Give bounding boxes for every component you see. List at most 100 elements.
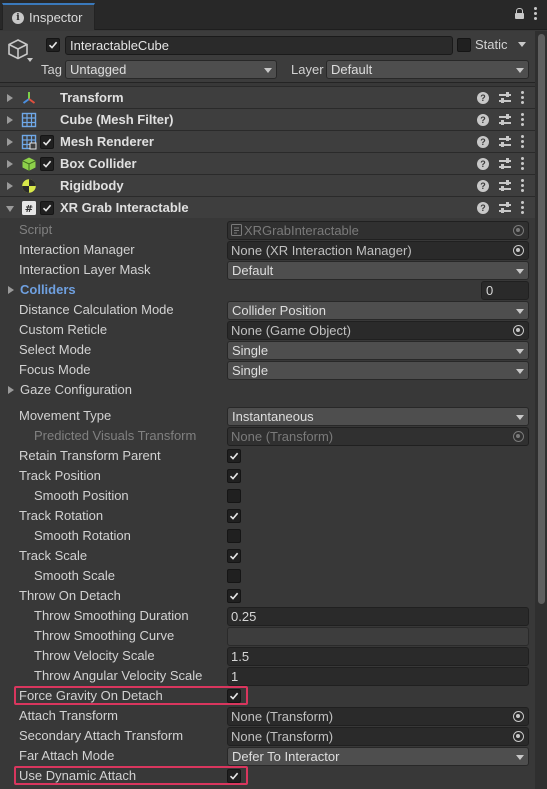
colliders-label[interactable]: Colliders — [20, 281, 76, 299]
help-icon[interactable]: ? — [477, 179, 489, 192]
mesh-filter-icon — [21, 112, 37, 128]
component-tools: ? — [477, 157, 524, 170]
object-picker-icon[interactable] — [513, 711, 524, 722]
gaze-config-label[interactable]: Gaze Configuration — [20, 381, 132, 399]
predicted-visuals-label: Predicted Visuals Transform — [34, 428, 197, 443]
component-mesh-filter[interactable]: Cube (Mesh Filter) ? — [0, 108, 535, 130]
throw-angular-velocity-scale-field[interactable]: 1 — [227, 667, 529, 686]
smooth-scale-checkbox[interactable] — [227, 569, 241, 583]
tag-dropdown[interactable]: Untagged — [65, 60, 277, 79]
tab-menu-icon[interactable] — [534, 7, 537, 20]
component-enabled-checkbox[interactable] — [40, 157, 54, 171]
foldout-arrow-icon[interactable] — [7, 94, 13, 102]
component-tools: ? — [477, 135, 524, 148]
script-value: XRGrabInteractable — [244, 223, 359, 238]
help-icon[interactable]: ? — [477, 157, 489, 170]
tab-inspector[interactable]: i Inspector — [2, 3, 95, 30]
vertical-scrollbar[interactable] — [535, 31, 547, 789]
interaction-layer-mask-row: Interaction Layer Mask Default — [0, 260, 535, 280]
colliders-size-field[interactable]: 0 — [481, 281, 529, 300]
presets-icon[interactable] — [499, 179, 511, 192]
help-icon[interactable]: ? — [477, 201, 489, 214]
predicted-visuals-row: Predicted Visuals Transform None (Transf… — [0, 426, 535, 446]
component-transform[interactable]: Transform ? — [0, 86, 535, 108]
component-xr-grab-interactable[interactable]: # XR Grab Interactable ? — [0, 196, 535, 218]
smooth-rotation-checkbox[interactable] — [227, 529, 241, 543]
static-checkbox[interactable] — [457, 38, 471, 52]
help-icon[interactable]: ? — [477, 113, 489, 126]
presets-icon[interactable] — [499, 135, 511, 148]
object-picker-icon — [513, 225, 524, 236]
predicted-visuals-value: None (Transform) — [231, 429, 334, 444]
interaction-manager-field[interactable]: None (XR Interaction Manager) — [227, 241, 529, 260]
gameobject-cube-icon[interactable] — [7, 38, 29, 60]
foldout-arrow-icon[interactable] — [7, 116, 13, 124]
presets-icon[interactable] — [499, 157, 511, 170]
static-dropdown-arrow-icon[interactable] — [518, 42, 526, 47]
throw-smoothing-curve-field[interactable] — [227, 627, 529, 646]
interaction-manager-label: Interaction Manager — [19, 242, 135, 257]
track-scale-checkbox[interactable] — [227, 549, 241, 563]
smooth-position-checkbox[interactable] — [227, 489, 241, 503]
icon-dropdown-arrow-icon[interactable] — [27, 58, 33, 62]
gameobject-name-field[interactable]: InteractableCube — [65, 36, 453, 55]
presets-icon[interactable] — [499, 91, 511, 104]
component-menu-icon[interactable] — [521, 179, 524, 192]
colliders-foldout-icon[interactable] — [8, 286, 14, 294]
throw-angular-velocity-scale-row: Throw Angular Velocity Scale 1 — [0, 666, 535, 686]
retain-parent-checkbox[interactable] — [227, 449, 241, 463]
component-rigidbody[interactable]: Rigidbody ? — [0, 174, 535, 196]
secondary-attach-field[interactable]: None (Transform) — [227, 727, 529, 746]
component-enabled-checkbox[interactable] — [40, 135, 54, 149]
component-menu-icon[interactable] — [521, 135, 524, 148]
custom-reticle-field[interactable]: None (Game Object) — [227, 321, 529, 340]
track-rotation-checkbox[interactable] — [227, 509, 241, 523]
foldout-arrow-icon[interactable] — [7, 182, 13, 190]
gaze-config-row[interactable]: Gaze Configuration — [0, 380, 535, 400]
object-picker-icon[interactable] — [513, 325, 524, 336]
throw-smoothing-duration-row: Throw Smoothing Duration 0.25 — [0, 606, 535, 626]
interaction-layer-mask-dropdown[interactable]: Default — [227, 261, 529, 280]
throw-smoothing-duration-field[interactable]: 0.25 — [227, 607, 529, 626]
far-attach-mode-dropdown[interactable]: Defer To Interactor — [227, 747, 529, 766]
presets-icon[interactable] — [499, 113, 511, 126]
focus-mode-dropdown[interactable]: Single — [227, 361, 529, 380]
component-box-collider[interactable]: Box Collider ? — [0, 152, 535, 174]
secondary-attach-value: None (Transform) — [231, 729, 334, 744]
component-mesh-renderer[interactable]: Mesh Renderer ? — [0, 130, 535, 152]
distance-calc-dropdown[interactable]: Collider Position — [227, 301, 529, 320]
layer-dropdown[interactable]: Default — [326, 60, 529, 79]
component-menu-icon[interactable] — [521, 91, 524, 104]
component-menu-icon[interactable] — [521, 157, 524, 170]
track-position-checkbox[interactable] — [227, 469, 241, 483]
help-icon[interactable]: ? — [477, 91, 489, 104]
predicted-visuals-field: None (Transform) — [227, 427, 529, 446]
select-mode-dropdown[interactable]: Single — [227, 341, 529, 360]
movement-type-dropdown[interactable]: Instantaneous — [227, 407, 529, 426]
gaze-config-foldout-icon[interactable] — [8, 386, 14, 394]
throw-velocity-scale-field[interactable]: 1.5 — [227, 647, 529, 666]
use-dynamic-attach-checkbox[interactable] — [227, 769, 241, 783]
interaction-layer-mask-label: Interaction Layer Mask — [19, 262, 151, 277]
attach-transform-field[interactable]: None (Transform) — [227, 707, 529, 726]
component-menu-icon[interactable] — [521, 113, 524, 126]
use-dynamic-attach-label: Use Dynamic Attach — [19, 768, 137, 783]
gameobject-active-checkbox[interactable] — [46, 38, 60, 52]
movement-type-label: Movement Type — [19, 408, 112, 423]
throw-on-detach-checkbox[interactable] — [227, 589, 241, 603]
layer-label: Layer — [291, 62, 324, 77]
foldout-arrow-icon[interactable] — [6, 206, 14, 212]
force-gravity-checkbox[interactable] — [227, 689, 241, 703]
object-picker-icon[interactable] — [513, 245, 524, 256]
lock-icon[interactable] — [515, 8, 524, 19]
component-title: Cube (Mesh Filter) — [60, 112, 174, 127]
colliders-row[interactable]: Colliders 0 — [0, 280, 535, 300]
foldout-arrow-icon[interactable] — [7, 138, 13, 146]
foldout-arrow-icon[interactable] — [7, 160, 13, 168]
scrollbar-thumb[interactable] — [538, 34, 545, 604]
object-picker-icon[interactable] — [513, 731, 524, 742]
component-enabled-checkbox[interactable] — [40, 201, 54, 215]
presets-icon[interactable] — [499, 201, 511, 214]
component-menu-icon[interactable] — [521, 201, 524, 214]
help-icon[interactable]: ? — [477, 135, 489, 148]
